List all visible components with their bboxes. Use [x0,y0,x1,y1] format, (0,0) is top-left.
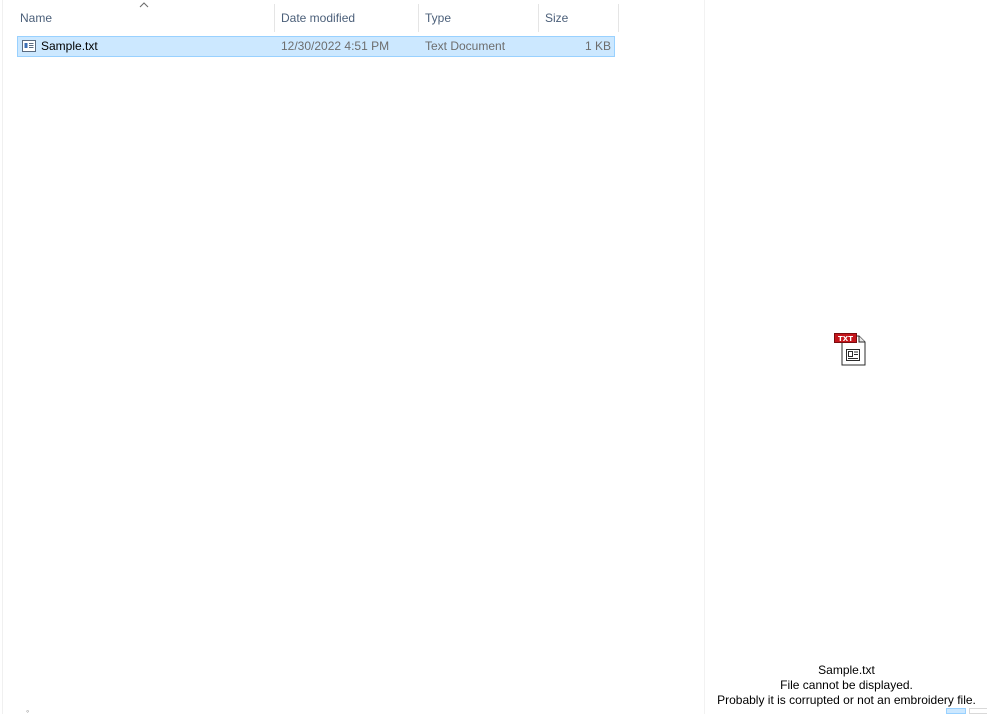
column-header-type[interactable]: Type [419,4,538,32]
preview-error-message: File cannot be displayed. [780,678,913,692]
file-name: Sample.txt [41,39,98,53]
preview-error-detail: Probably it is corrupted or not an embro… [717,693,976,707]
details-view-button[interactable] [946,708,966,714]
explorer-window: Name Date modified Type Size Sample.txt … [0,0,987,714]
column-header-size[interactable]: Size [539,4,618,32]
file-list-pane[interactable]: Name Date modified Type Size Sample.txt … [0,0,704,714]
status-bar-glyph-icon: ◦ [26,706,30,714]
preview-pane: TXT Sample.txt File cannot be displayed.… [704,0,987,714]
file-date-modified: 12/30/2022 4:51 PM [281,39,390,53]
large-icons-view-button[interactable] [969,708,987,714]
text-document-icon [22,40,36,52]
txt-badge-label: TXT [838,335,853,343]
column-header-name[interactable]: Name [14,4,274,32]
column-header-date-modified[interactable]: Date modified [275,4,418,32]
column-separator[interactable] [618,4,619,32]
preview-filename: Sample.txt [818,663,875,677]
file-row[interactable]: Sample.txt 12/30/2022 4:51 PM Text Docum… [17,36,615,57]
file-size: 1 KB [584,39,611,53]
file-type: Text Document [425,39,506,53]
txt-file-icon: TXT [834,333,866,366]
